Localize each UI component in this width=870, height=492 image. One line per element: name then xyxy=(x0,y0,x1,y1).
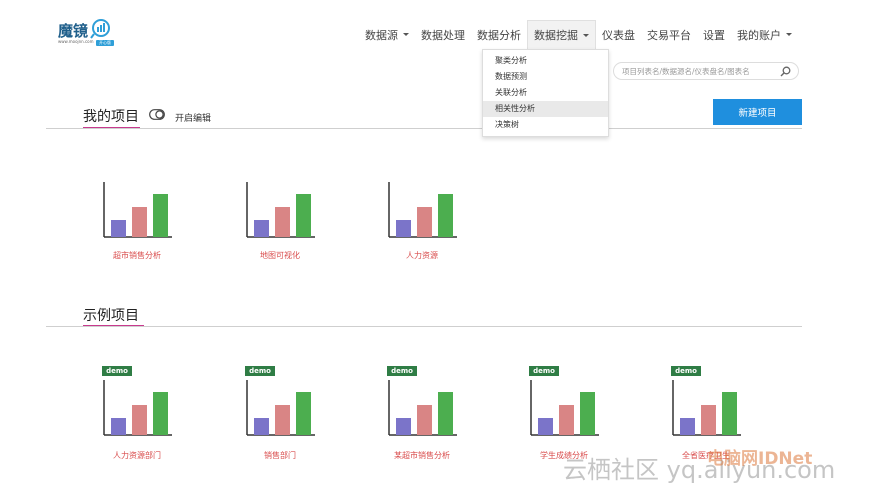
example-card[interactable]: demo 全省医疗卫生 xyxy=(661,366,751,460)
project-card[interactable]: 超市销售分析 xyxy=(92,182,182,262)
bar-chart-icon xyxy=(530,380,599,436)
logo[interactable]: 魔镜 www.moojnn.com 开心版 xyxy=(56,18,120,48)
bar-chart-icon xyxy=(103,182,172,238)
toggle-switch-icon[interactable] xyxy=(149,109,165,120)
search-box xyxy=(613,62,799,80)
logo-name: 魔镜 xyxy=(58,22,89,40)
nav-dashboard[interactable]: 仪表盘 xyxy=(602,27,635,43)
nav-my-account[interactable]: 我的账户 xyxy=(737,27,792,43)
my-projects-title: 我的项目 xyxy=(83,109,139,125)
bar-chart-icon xyxy=(672,380,741,436)
edit-mode-label[interactable]: 开启编辑 xyxy=(175,111,211,124)
project-card[interactable]: 人力资源 xyxy=(377,182,467,262)
data-mining-dropdown: 聚类分析 数据预测 关联分析 相关性分析 决策树 xyxy=(482,49,609,137)
example-card-label: 人力资源部门 xyxy=(113,451,161,460)
bar-chart-icon xyxy=(388,380,457,436)
demo-badge: demo xyxy=(387,366,417,376)
logo-tagline: www.moojnn.com xyxy=(58,39,94,44)
demo-badge: demo xyxy=(102,366,132,376)
bar-chart-icon xyxy=(246,182,315,238)
nav-settings[interactable]: 设置 xyxy=(703,27,725,43)
logo-tag: 开心版 xyxy=(96,40,114,46)
menu-item-prediction[interactable]: 数据预测 xyxy=(483,69,608,85)
bar-chart-icon xyxy=(388,182,457,238)
watermark-site: 电脑网IDNet xyxy=(707,449,813,469)
bar-chart-icon xyxy=(103,380,172,436)
menu-item-correlation[interactable]: 相关性分析 xyxy=(483,101,608,117)
new-project-button[interactable]: 新建项目 xyxy=(713,99,802,125)
example-card[interactable]: demo 某超市销售分析 xyxy=(377,366,467,460)
caret-down-icon xyxy=(403,33,409,36)
demo-badge: demo xyxy=(529,366,559,376)
example-card-label: 某超市销售分析 xyxy=(394,451,450,460)
project-card-label: 地图可视化 xyxy=(260,251,300,260)
magnifier-chart-icon xyxy=(90,19,110,39)
nav-data-mining[interactable]: 数据挖掘 xyxy=(527,20,596,51)
examples-title: 示例项目 xyxy=(83,308,139,324)
search-input[interactable] xyxy=(622,65,772,77)
menu-item-clustering[interactable]: 聚类分析 xyxy=(483,53,608,69)
nav-data-analysis[interactable]: 数据分析 xyxy=(477,27,521,43)
project-card[interactable]: 地图可视化 xyxy=(235,182,325,262)
project-card-label: 超市销售分析 xyxy=(113,251,161,260)
example-card-label: 销售部门 xyxy=(264,451,296,460)
nav-trading-platform[interactable]: 交易平台 xyxy=(647,27,691,43)
bar-chart-icon xyxy=(246,380,315,436)
project-card-label: 人力资源 xyxy=(406,251,438,260)
nav-data-source[interactable]: 数据源 xyxy=(365,27,409,43)
top-nav: 数据源 数据处理 数据分析 数据挖掘 仪表盘 交易平台 设置 我的账户 xyxy=(365,20,792,51)
example-card[interactable]: demo 销售部门 xyxy=(235,366,325,460)
examples-divider xyxy=(46,326,802,327)
menu-item-association[interactable]: 关联分析 xyxy=(483,85,608,101)
example-card[interactable]: demo 人力资源部门 xyxy=(92,366,182,460)
caret-down-icon xyxy=(583,33,589,37)
nav-data-processing[interactable]: 数据处理 xyxy=(421,27,465,43)
demo-badge: demo xyxy=(671,366,701,376)
my-projects-divider xyxy=(46,128,802,129)
demo-badge: demo xyxy=(245,366,275,376)
example-card[interactable]: demo 学生成绩分析 xyxy=(519,366,609,460)
caret-down-icon xyxy=(786,33,792,36)
search-icon[interactable] xyxy=(780,66,791,77)
menu-item-decision-tree[interactable]: 决策树 xyxy=(483,117,608,133)
